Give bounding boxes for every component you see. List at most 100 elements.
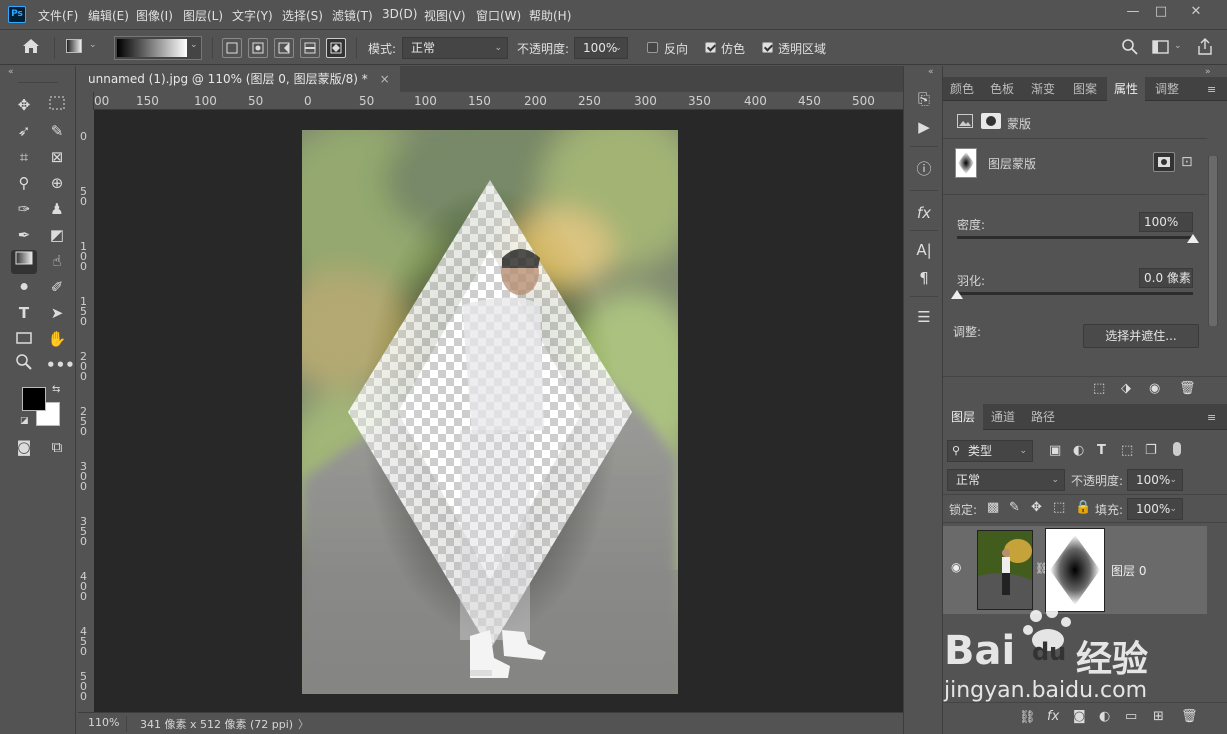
filter-adjustment-icon[interactable]: ◐	[1073, 443, 1084, 458]
menu-filter[interactable]: 滤镜(T)	[332, 7, 373, 24]
eyedropper-tool-icon[interactable]: ⚲	[13, 172, 35, 194]
layer-row[interactable]: ◉ ⛓ 图层 0	[943, 526, 1207, 614]
chevron-down-icon[interactable]: ⌄	[89, 40, 97, 50]
tool-preset-icon[interactable]	[66, 39, 82, 53]
default-colors-icon[interactable]: ◪	[20, 416, 29, 426]
quick-mask-icon[interactable]: ◙	[13, 436, 35, 458]
layer-style-icon[interactable]: fx	[1047, 709, 1059, 724]
document-tab[interactable]: unnamed (1).jpg @ 110% (图层 0, 图层蒙版/8) * …	[78, 66, 400, 92]
linear-gradient-icon[interactable]	[222, 38, 242, 58]
reflected-gradient-icon[interactable]	[300, 38, 320, 58]
screen-mode-icon[interactable]: ⧉	[46, 436, 68, 458]
trash-icon[interactable]: 🗑	[1181, 709, 1198, 724]
tab-properties[interactable]: 属性	[1107, 77, 1145, 101]
type-tool-icon[interactable]: T	[13, 302, 35, 324]
info-icon[interactable]: ⓘ	[913, 158, 935, 180]
density-slider[interactable]	[957, 236, 1193, 239]
ruler-origin[interactable]	[78, 92, 94, 110]
menu-layer[interactable]: 图层(L)	[183, 7, 223, 24]
lasso-tool-icon[interactable]: ➶	[13, 120, 35, 142]
collapse-icon[interactable]: «	[928, 67, 934, 77]
notes-icon[interactable]: ☰	[913, 306, 935, 328]
image-canvas[interactable]	[302, 130, 678, 694]
lock-image-icon[interactable]: ✎	[1009, 500, 1020, 515]
collapse-icon[interactable]: «	[8, 67, 14, 77]
pixel-mask-icon[interactable]	[957, 114, 973, 128]
pen-tool-icon[interactable]: ✐	[46, 276, 68, 298]
panel-menu-icon[interactable]: ≡	[1207, 83, 1216, 96]
zoom-tool-icon[interactable]	[13, 354, 35, 376]
adjustment-layer-icon[interactable]: ◐	[1099, 709, 1110, 724]
eraser-tool-icon[interactable]: ◩	[46, 224, 68, 246]
play-action-icon[interactable]: ▶	[913, 116, 935, 138]
menu-view[interactable]: 视图(V)	[424, 7, 466, 24]
load-selection-icon[interactable]: ⬚	[1093, 381, 1105, 396]
swap-colors-icon[interactable]: ⇆	[52, 384, 60, 395]
radial-gradient-icon[interactable]	[248, 38, 268, 58]
quick-select-tool-icon[interactable]: ✎	[46, 120, 68, 142]
mode-select[interactable]: 正常 ⌄	[402, 37, 508, 59]
blend-mode-select[interactable]: 正常 ⌄	[947, 469, 1065, 491]
select-layer-mask-icon[interactable]	[1153, 152, 1175, 172]
density-slider-thumb[interactable]	[1187, 234, 1199, 243]
menu-file[interactable]: 文件(F)	[38, 7, 78, 24]
tab-adjustments[interactable]: 调整	[1147, 77, 1187, 101]
properties-scrollbar[interactable]	[1208, 156, 1218, 326]
move-tool-icon[interactable]: ✥	[13, 94, 35, 116]
feather-slider[interactable]	[957, 292, 1193, 295]
tab-layers[interactable]: 图层	[943, 404, 983, 430]
add-vector-mask-icon[interactable]: ⊡	[1181, 154, 1193, 170]
stamp-tool-icon[interactable]: ♟	[46, 198, 68, 220]
share-icon[interactable]	[1196, 38, 1214, 59]
panel-menu-icon[interactable]: ≡	[1207, 411, 1216, 424]
maximize-button[interactable]: □	[1147, 1, 1175, 23]
filter-type-icon[interactable]: T	[1097, 443, 1106, 458]
crop-tool-icon[interactable]: ⌗	[13, 146, 35, 168]
filter-shape-icon[interactable]: ⬚	[1121, 443, 1133, 458]
character-icon[interactable]: A|	[913, 239, 935, 261]
fill-input[interactable]: 100% ⌄	[1127, 498, 1183, 520]
lock-transparent-icon[interactable]: ▩	[987, 500, 999, 515]
transparency-checkbox[interactable]	[762, 42, 773, 53]
lock-all-icon[interactable]: 🔒	[1075, 500, 1091, 515]
styles-fx-icon[interactable]: fx	[913, 202, 935, 224]
hand-tool-icon[interactable]: ✋	[46, 328, 68, 350]
rectangle-tool-icon[interactable]	[13, 328, 35, 350]
more-tools-icon[interactable]: •••	[46, 354, 75, 376]
feather-input[interactable]: 0.0 像素	[1139, 268, 1193, 288]
menu-help[interactable]: 帮助(H)	[529, 7, 571, 24]
filter-smart-object-icon[interactable]: ❐	[1145, 443, 1157, 458]
opacity-input[interactable]: 100% ⌄	[574, 37, 628, 59]
reverse-checkbox[interactable]	[647, 42, 658, 53]
menu-image[interactable]: 图像(I)	[136, 7, 173, 24]
path-select-tool-icon[interactable]: ➤	[46, 302, 68, 324]
add-mask-icon[interactable]: ◙	[1073, 709, 1086, 724]
home-icon[interactable]	[22, 38, 40, 57]
eye-icon[interactable]: ◉	[951, 560, 961, 574]
tab-color[interactable]: 颜色	[943, 77, 981, 101]
new-layer-icon[interactable]: ⊞	[1153, 709, 1164, 724]
chevron-down-icon[interactable]: ⌄	[1174, 41, 1182, 51]
smudge-tool-icon[interactable]: ☝	[46, 250, 68, 272]
vector-mask-icon[interactable]	[981, 113, 1001, 129]
filter-toggle-icon[interactable]	[1173, 442, 1181, 456]
zoom-level[interactable]: 110%	[88, 716, 119, 729]
gradient-picker[interactable]: ⌄	[114, 36, 202, 60]
filter-pixel-icon[interactable]: ▣	[1049, 443, 1061, 458]
lock-artboard-icon[interactable]: ⬚	[1053, 500, 1065, 515]
marquee-tool-icon[interactable]	[46, 94, 68, 116]
diamond-gradient-icon[interactable]	[326, 38, 346, 58]
search-icon[interactable]	[1121, 38, 1139, 59]
layer-name[interactable]: 图层 0	[1111, 562, 1146, 579]
frame-tool-icon[interactable]: ⊠	[46, 146, 68, 168]
paragraph-icon[interactable]: ¶	[913, 267, 935, 289]
tab-patterns[interactable]: 图案	[1065, 77, 1105, 101]
select-and-mask-button[interactable]: 选择并遮住...	[1083, 324, 1199, 348]
layer-mask-thumbnail[interactable]	[1045, 528, 1105, 612]
patch-tool-icon[interactable]: ⊕	[46, 172, 68, 194]
tab-swatches[interactable]: 色板	[983, 77, 1021, 101]
brush-tool-icon[interactable]: ✑	[13, 198, 35, 220]
eye-icon[interactable]: ◉	[1149, 381, 1160, 396]
menu-3d[interactable]: 3D(D)	[382, 7, 417, 21]
foreground-color-swatch-front[interactable]	[22, 387, 46, 411]
